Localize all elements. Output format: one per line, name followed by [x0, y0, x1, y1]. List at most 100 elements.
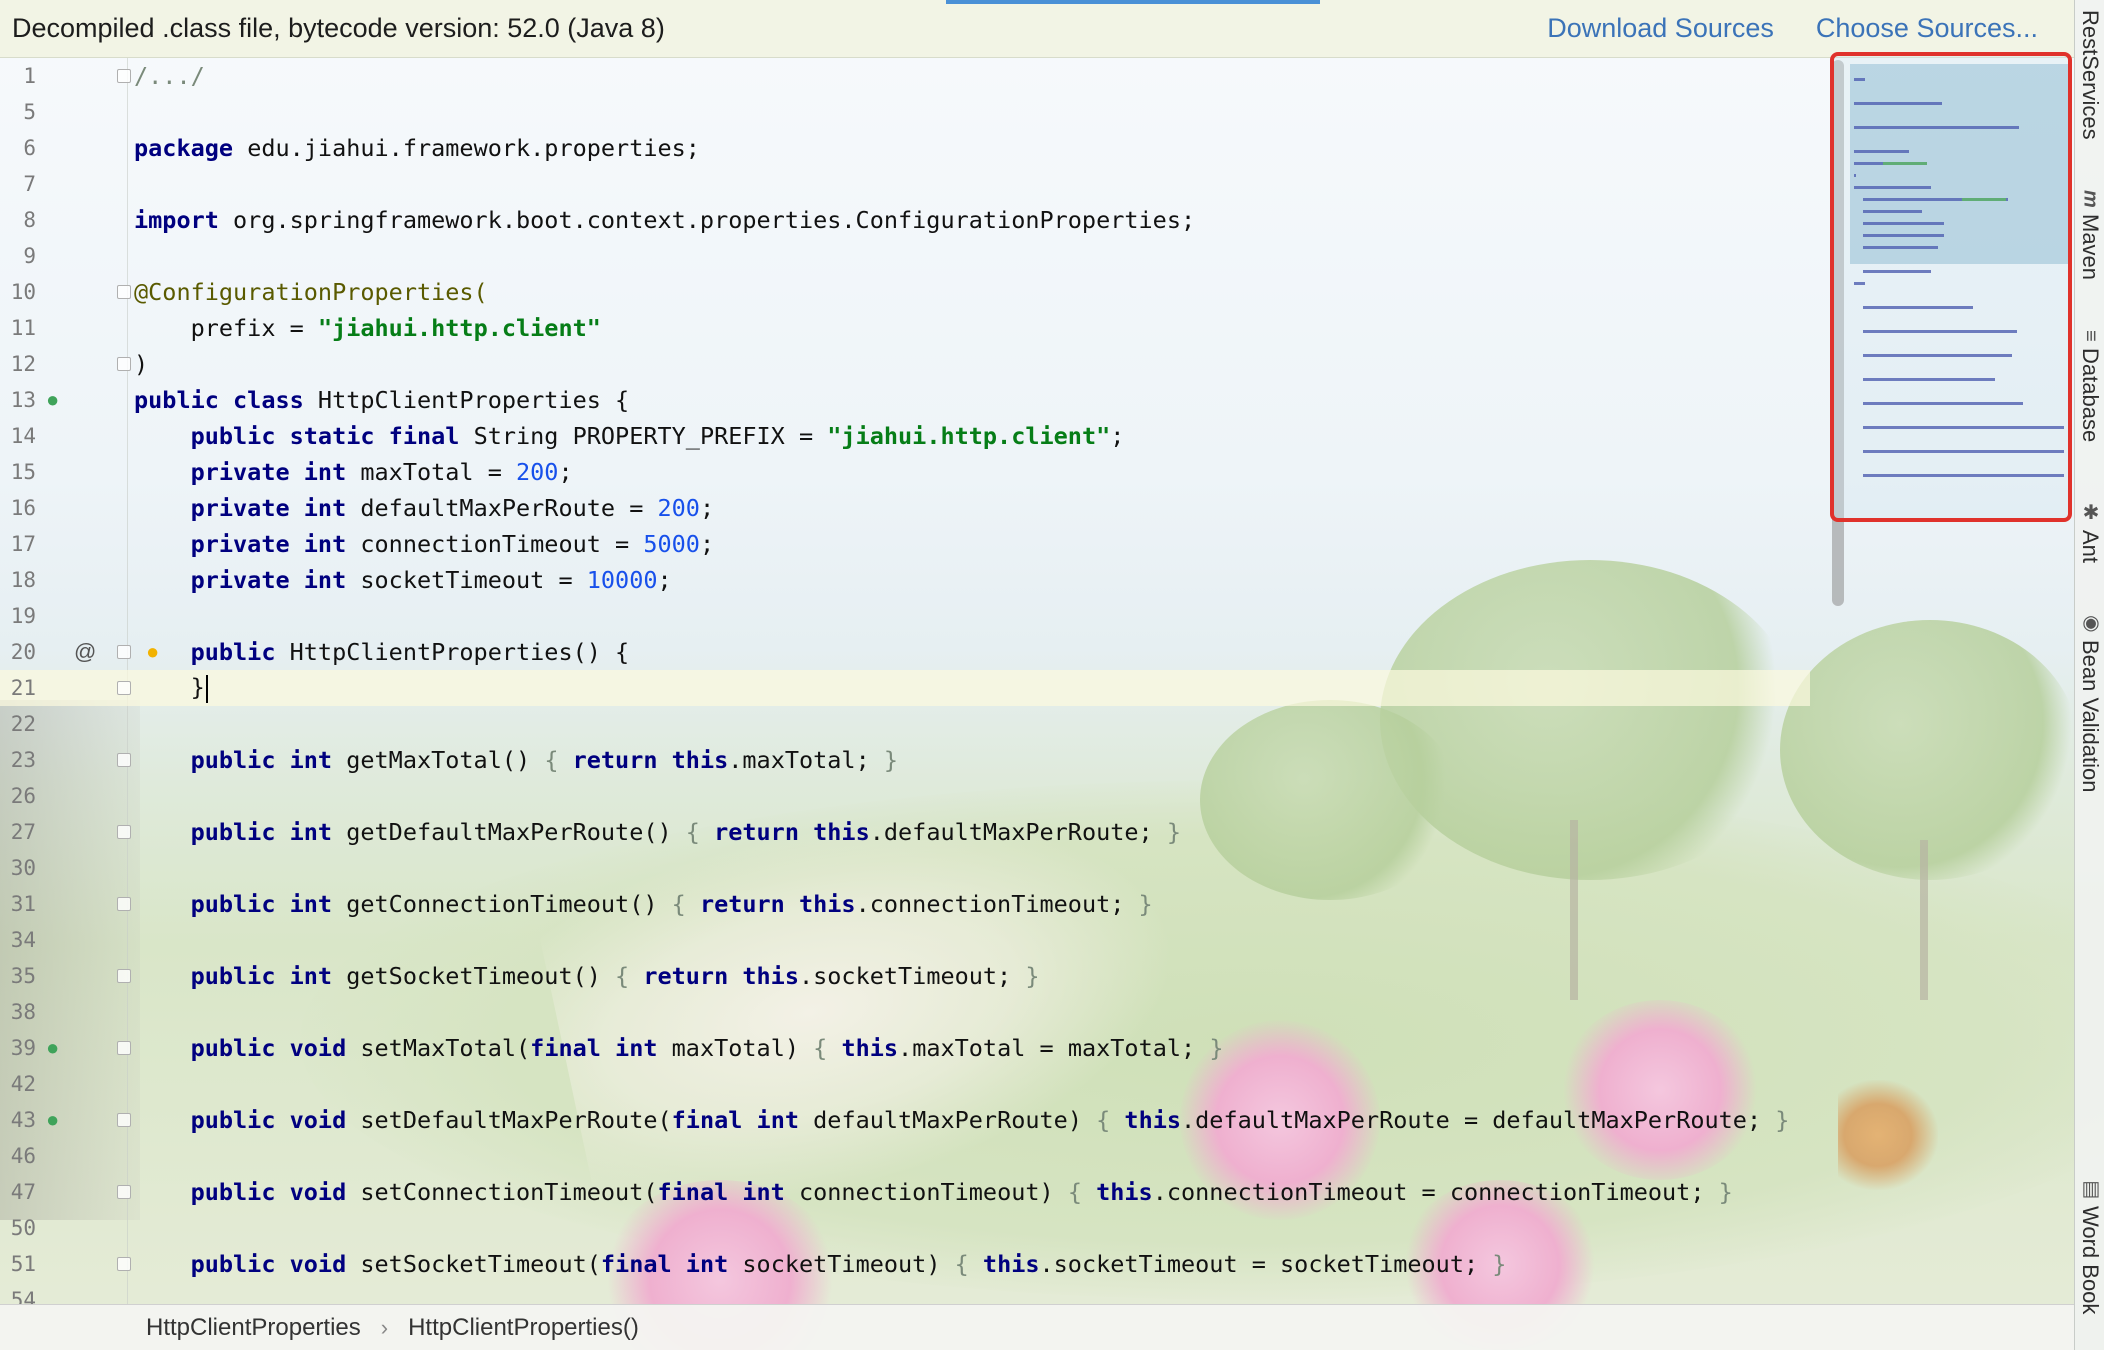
code-line[interactable]: 11 prefix = "jiahui.http.client": [0, 310, 1810, 346]
code-line[interactable]: 31 public int getConnectionTimeout() { r…: [0, 886, 1810, 922]
line-number[interactable]: 14: [0, 424, 36, 448]
tool-window-restservices[interactable]: RestServices: [2075, 10, 2104, 140]
code-text[interactable]: }: [134, 673, 208, 703]
code-line[interactable]: 54: [0, 1282, 1810, 1304]
code-line[interactable]: 35 public int getSocketTimeout() { retur…: [0, 958, 1810, 994]
tool-window-ant[interactable]: ✱ Ant: [2075, 500, 2104, 563]
line-number[interactable]: 22: [0, 712, 36, 736]
code-line[interactable]: 8 import org.springframework.boot.context…: [0, 202, 1810, 238]
line-number[interactable]: 15: [0, 460, 36, 484]
code-text[interactable]: package edu.jiahui.framework.properties;: [134, 134, 700, 162]
fold-marker-icon[interactable]: [117, 69, 131, 83]
tool-window-database[interactable]: ≡ Database: [2075, 330, 2104, 442]
fold-marker-icon[interactable]: [117, 1185, 131, 1199]
code-text[interactable]: private int defaultMaxPerRoute = 200;: [134, 494, 715, 522]
line-number[interactable]: 34: [0, 928, 36, 952]
code-text[interactable]: private int connectionTimeout = 5000;: [134, 530, 715, 558]
line-number[interactable]: 12: [0, 352, 36, 376]
fold-marker-icon[interactable]: [117, 753, 131, 767]
code-line[interactable]: 22: [0, 706, 1810, 742]
tool-window-bean-validation[interactable]: ◉ Bean Validation: [2075, 610, 2104, 793]
line-number[interactable]: 31: [0, 892, 36, 916]
line-number[interactable]: 50: [0, 1216, 36, 1240]
line-number[interactable]: 54: [0, 1288, 36, 1304]
fold-marker-icon[interactable]: [117, 285, 131, 299]
code-text[interactable]: @ConfigurationProperties(: [134, 278, 488, 306]
code-line[interactable]: 6 package edu.jiahui.framework.properties…: [0, 130, 1810, 166]
fold-marker-icon[interactable]: [117, 1257, 131, 1271]
line-number[interactable]: 20: [0, 640, 36, 664]
line-number[interactable]: 9: [0, 244, 36, 268]
line-number[interactable]: 6: [0, 136, 36, 160]
code-editor[interactable]: 1 /.../ 5 6 package edu.jiahui.framework.pro…: [0, 58, 2074, 1304]
code-line[interactable]: 20 @ ● public HttpClientProperties() {: [0, 634, 1810, 670]
fold-marker-icon[interactable]: [117, 357, 131, 371]
code-line[interactable]: 17 private int connectionTimeout = 5000;: [0, 526, 1810, 562]
code-text[interactable]: prefix = "jiahui.http.client": [134, 314, 601, 342]
code-text[interactable]: private int maxTotal = 200;: [134, 458, 573, 486]
line-number[interactable]: 27: [0, 820, 36, 844]
code-text[interactable]: public void setSocketTimeout(final int s…: [134, 1250, 1507, 1278]
fold-marker-icon[interactable]: [117, 681, 131, 695]
line-number[interactable]: 13: [0, 388, 36, 412]
code-text[interactable]: public class HttpClientProperties {: [134, 386, 629, 414]
code-line[interactable]: 26: [0, 778, 1810, 814]
spring-setter-icon[interactable]: ●: [46, 1035, 59, 1061]
line-number[interactable]: 21: [0, 676, 36, 700]
line-number[interactable]: 47: [0, 1180, 36, 1204]
line-number[interactable]: 16: [0, 496, 36, 520]
code-minimap[interactable]: [1830, 52, 2072, 522]
line-number[interactable]: 1: [0, 64, 36, 88]
line-number[interactable]: 8: [0, 208, 36, 232]
code-text[interactable]: private int socketTimeout = 10000;: [134, 566, 672, 594]
fold-marker-icon[interactable]: [117, 897, 131, 911]
fold-marker-icon[interactable]: [117, 1113, 131, 1127]
line-number[interactable]: 23: [0, 748, 36, 772]
code-line[interactable]: 27 public int getDefaultMaxPerRoute() { …: [0, 814, 1810, 850]
code-line[interactable]: 14 public static final String PROPERTY_P…: [0, 418, 1810, 454]
code-text[interactable]: public int getDefaultMaxPerRoute() { ret…: [134, 818, 1181, 846]
line-number[interactable]: 43: [0, 1108, 36, 1132]
code-text[interactable]: /.../: [134, 62, 205, 90]
code-line[interactable]: 5: [0, 94, 1810, 130]
code-line[interactable]: 51 public void setSocketTimeout(final in…: [0, 1246, 1810, 1282]
code-line[interactable]: 1 /.../: [0, 58, 1810, 94]
line-number[interactable]: 38: [0, 1000, 36, 1024]
line-number[interactable]: 30: [0, 856, 36, 880]
code-line[interactable]: 13 ● public class HttpClientProperties {: [0, 382, 1810, 418]
line-number[interactable]: 17: [0, 532, 36, 556]
code-line[interactable]: 47 public void setConnectionTimeout(fina…: [0, 1174, 1810, 1210]
code-text[interactable]: public void setConnectionTimeout(final i…: [134, 1178, 1733, 1206]
at-icon[interactable]: @: [74, 639, 96, 665]
code-text[interactable]: public static final String PROPERTY_PREF…: [134, 422, 1125, 450]
code-text[interactable]: import org.springframework.boot.context.…: [134, 206, 1195, 234]
line-number[interactable]: 39: [0, 1036, 36, 1060]
code-line[interactable]: 43 ● public void setDefaultMaxPerRoute(fi…: [0, 1102, 1810, 1138]
line-number[interactable]: 35: [0, 964, 36, 988]
tool-window-maven[interactable]: m Maven: [2075, 190, 2104, 280]
code-line[interactable]: 9: [0, 238, 1810, 274]
breadcrumb-class[interactable]: HttpClientProperties: [146, 1314, 361, 1342]
code-text[interactable]: ): [134, 350, 148, 378]
line-number[interactable]: 18: [0, 568, 36, 592]
download-sources-link[interactable]: Download Sources: [1547, 13, 1774, 44]
code-line[interactable]: 38: [0, 994, 1810, 1030]
line-number[interactable]: 11: [0, 316, 36, 340]
fold-marker-icon[interactable]: [117, 645, 131, 659]
code-line[interactable]: 23 public int getMaxTotal() { return thi…: [0, 742, 1810, 778]
code-line[interactable]: 46: [0, 1138, 1810, 1174]
line-number[interactable]: 51: [0, 1252, 36, 1276]
code-text[interactable]: public int getConnectionTimeout() { retu…: [134, 890, 1153, 918]
code-line[interactable]: 7: [0, 166, 1810, 202]
code-text[interactable]: public int getMaxTotal() { return this.m…: [134, 746, 898, 774]
fold-marker-icon[interactable]: [117, 825, 131, 839]
code-line[interactable]: 19: [0, 598, 1810, 634]
line-number[interactable]: 19: [0, 604, 36, 628]
code-line[interactable]: 10 @ConfigurationProperties(: [0, 274, 1810, 310]
code-line[interactable]: 39 ● public void setMaxTotal(final int ma…: [0, 1030, 1810, 1066]
code-line[interactable]: 18 private int socketTimeout = 10000;: [0, 562, 1810, 598]
fold-marker-icon[interactable]: [117, 1041, 131, 1055]
code-line[interactable]: 30: [0, 850, 1810, 886]
line-number[interactable]: 5: [0, 100, 36, 124]
code-line[interactable]: 15 private int maxTotal = 200;: [0, 454, 1810, 490]
